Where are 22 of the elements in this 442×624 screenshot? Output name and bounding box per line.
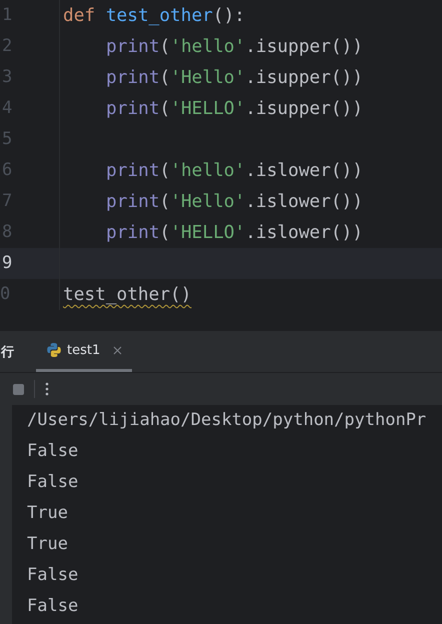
output-line: False	[27, 596, 78, 616]
code-line: print('hello'.islower())	[106, 160, 363, 181]
output-line: False	[27, 565, 78, 585]
line-number: 9	[0, 248, 60, 279]
code-line: print('Hello'.isupper())	[106, 67, 363, 88]
panel-title: 行	[1, 344, 15, 360]
python-logo-icon	[46, 342, 62, 358]
close-icon[interactable]	[113, 346, 122, 354]
more-options-icon[interactable]	[45, 382, 49, 396]
code-line: test_other()	[63, 284, 192, 305]
output-line: False	[27, 441, 78, 461]
run-tab[interactable]: test1	[36, 331, 132, 372]
output-line: True	[27, 503, 68, 523]
output-line: False	[27, 472, 78, 492]
code-line: print('HELLO'.isupper())	[106, 98, 363, 119]
code-line: print('Hello'.islower())	[106, 191, 363, 212]
code-line: def test_other():	[63, 5, 246, 26]
stop-icon[interactable]	[13, 384, 24, 394]
output-line: /Users/lijiahao/Desktop/python/pythonPr	[27, 410, 426, 430]
code-line: print('HELLO'.islower())	[106, 222, 363, 243]
output-line: True	[27, 534, 68, 554]
code-line: print('hello'.isupper())	[106, 36, 363, 57]
